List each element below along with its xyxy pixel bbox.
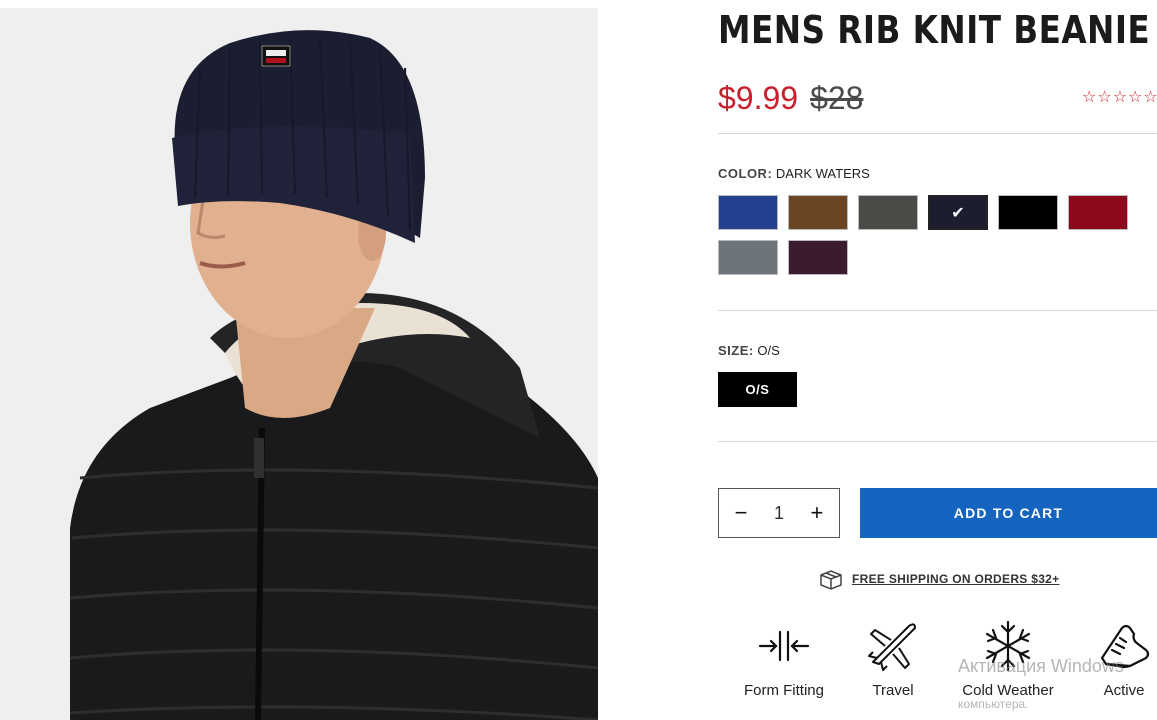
checkmark-icon: ✔	[951, 204, 965, 222]
size-option-os[interactable]: O/S	[718, 372, 797, 407]
original-price: $28	[810, 79, 864, 116]
product-title: MENS RIB KNIT BEANIE	[718, 8, 1151, 52]
quantity-stepper: − 1 +	[718, 488, 840, 538]
rating-stars[interactable]: ☆☆☆☆☆	[1082, 87, 1157, 107]
feature-form-fitting: Form Fitting	[738, 618, 830, 699]
size-label-row: SIZE: O/S	[718, 343, 780, 358]
package-icon	[820, 570, 842, 590]
airplane-icon	[863, 618, 923, 674]
quantity-increase-button[interactable]: +	[807, 500, 827, 526]
snowflake-icon	[978, 618, 1038, 674]
divider	[718, 441, 1157, 442]
color-swatch-dark-waters[interactable]: ✔	[928, 195, 988, 230]
divider	[718, 133, 1157, 134]
feature-active: Active	[1094, 618, 1154, 699]
feature-label: Cold Weather	[962, 682, 1054, 699]
free-shipping-link[interactable]: FREE SHIPPING ON ORDERS $32+	[818, 568, 1059, 590]
color-swatch-plum[interactable]	[788, 240, 848, 275]
watermark-line-2: компьютера.	[958, 697, 1029, 711]
form-fitting-icon	[754, 618, 814, 674]
color-swatch-black[interactable]	[998, 195, 1058, 230]
quantity-decrease-button[interactable]: −	[731, 500, 751, 526]
feature-label: Travel	[872, 682, 914, 699]
free-shipping-text[interactable]: FREE SHIPPING ON ORDERS $32+	[852, 572, 1059, 586]
color-swatch-brown[interactable]	[788, 195, 848, 230]
color-swatch-red[interactable]	[1068, 195, 1128, 230]
feature-label: Form Fitting	[743, 682, 824, 699]
size-selected-name: O/S	[757, 343, 780, 358]
feature-travel: Travel	[860, 618, 926, 699]
quantity-input[interactable]: 1	[774, 503, 784, 524]
running-shoe-icon	[1094, 618, 1154, 674]
feature-cold-weather: Cold Weather	[958, 618, 1058, 699]
color-swatch-blue[interactable]	[718, 195, 778, 230]
divider	[718, 310, 1157, 311]
color-label: COLOR:	[718, 166, 773, 181]
color-swatch-grey[interactable]	[718, 240, 778, 275]
color-swatch-charcoal[interactable]	[858, 195, 918, 230]
feature-label: Active	[1103, 682, 1145, 699]
product-image[interactable]	[0, 8, 598, 720]
price-row: $9.99 $28	[718, 78, 863, 118]
product-photo	[0, 8, 598, 720]
add-to-cart-button[interactable]: ADD TO CART	[860, 488, 1157, 538]
color-label-row: COLOR: DARK WATERS	[718, 166, 870, 181]
color-selected-name: DARK WATERS	[775, 166, 870, 181]
sale-price: $9.99	[718, 79, 799, 116]
size-label: SIZE:	[718, 343, 754, 358]
